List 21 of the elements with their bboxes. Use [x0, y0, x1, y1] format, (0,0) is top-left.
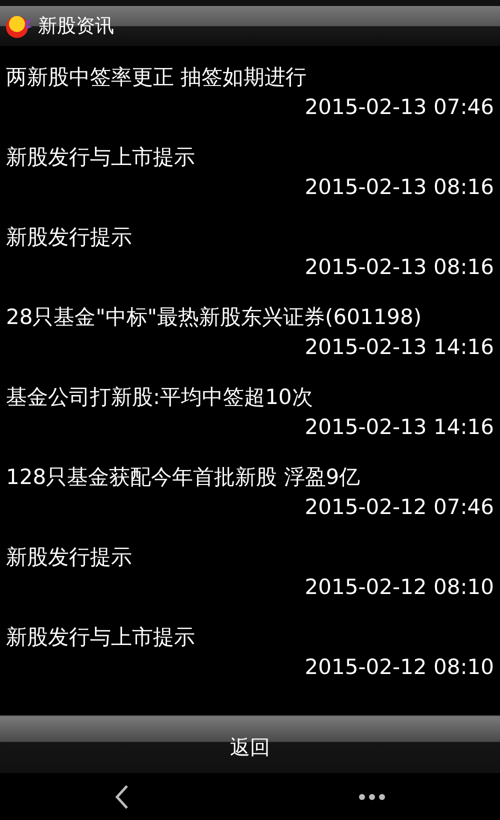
news-time: 2015-02-12 07:46 [304, 494, 494, 521]
news-time: 2015-02-12 08:10 [304, 574, 494, 601]
more-icon[interactable] [358, 792, 386, 800]
news-time: 2015-02-13 07:46 [304, 94, 494, 121]
back-icon[interactable] [114, 784, 128, 810]
news-title[interactable]: 新股发行提示 [6, 222, 132, 252]
news-title[interactable]: 新股发行与上市提示 [6, 142, 195, 172]
news-time: 2015-02-13 14:16 [304, 334, 494, 361]
news-title[interactable]: 新股发行提示 [6, 542, 132, 572]
news-title[interactable]: 128只基金获配今年首批新股 浮盈9亿 [6, 462, 360, 492]
news-title[interactable]: 两新股中签率更正 抽签如期进行 [6, 62, 307, 92]
back-button[interactable]: 返回 [0, 715, 500, 773]
app-logo-icon [4, 13, 32, 39]
news-title[interactable]: 28只基金"中标"最热新股东兴证券(601198) [6, 302, 422, 332]
window-title: 新股资讯 [38, 14, 114, 39]
news-time: 2015-02-13 14:16 [304, 414, 494, 441]
news-title[interactable]: 基金公司打新股:平均中签超10次 [6, 382, 313, 412]
news-title[interactable]: 新股发行与上市提示 [6, 622, 195, 652]
news-time: 2015-02-12 08:10 [304, 654, 494, 681]
news-time: 2015-02-13 08:16 [304, 174, 494, 201]
news-time: 2015-02-13 08:16 [304, 254, 494, 281]
